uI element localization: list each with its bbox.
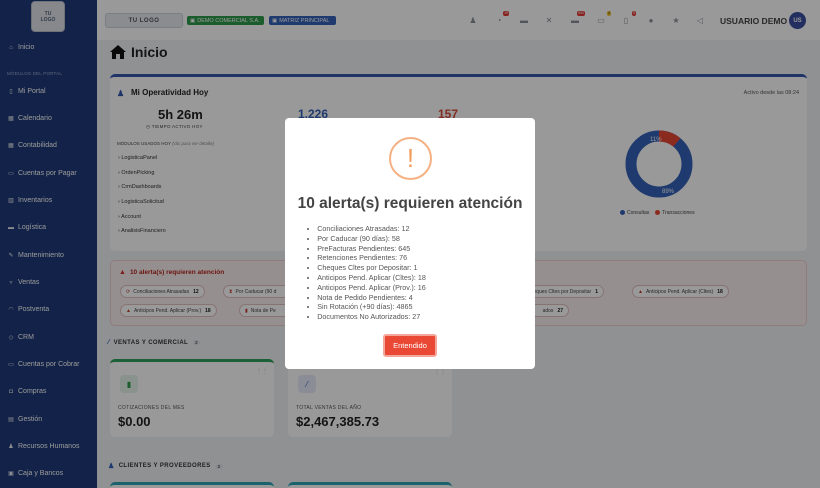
entendido-button[interactable]: Entendido bbox=[383, 334, 437, 357]
modal-alert-item: Anticipos Pend. Aplicar (Prov.): 16 bbox=[307, 283, 426, 293]
modal-alert-item: Cheques Cltes por Depositar: 1 bbox=[307, 263, 426, 273]
modal-title: 10 alerta(s) requieren atención bbox=[297, 195, 523, 212]
modal-alert-item: Anticipos Pend. Aplicar (Cltes): 18 bbox=[307, 273, 426, 283]
alerts-modal: ! 10 alerta(s) requieren atención Concil… bbox=[285, 118, 535, 369]
modal-alert-item: Documentos No Autorizados: 27 bbox=[307, 312, 426, 322]
modal-alert-item: Conciliaciones Atrasadas: 12 bbox=[307, 224, 426, 234]
exclamation-icon: ! bbox=[389, 137, 432, 180]
modal-alert-item: Por Caducar (90 días): 58 bbox=[307, 234, 426, 244]
modal-alert-list: Conciliaciones Atrasadas: 12 Por Caducar… bbox=[307, 224, 426, 322]
modal-alert-item: Nota de Pedido Pendientes: 4 bbox=[307, 293, 426, 303]
modal-alert-item: Sin Rotación (+90 días): 4865 bbox=[307, 302, 426, 312]
modal-alert-item: Retenciones Pendientes: 76 bbox=[307, 253, 426, 263]
modal-alert-item: PreFacturas Pendientes: 645 bbox=[307, 244, 426, 254]
